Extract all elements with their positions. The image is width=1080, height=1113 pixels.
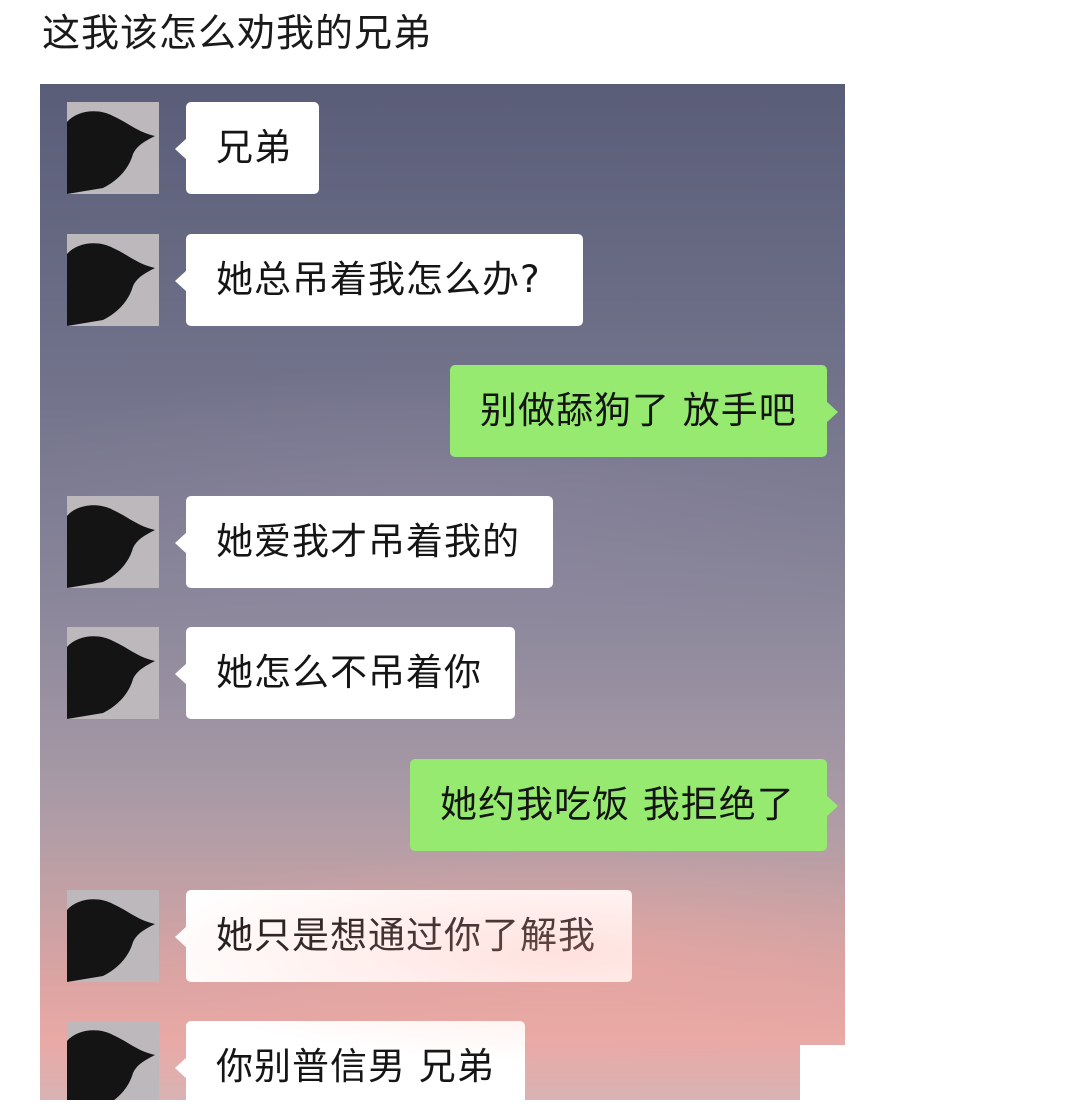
message-bubble-incoming[interactable]: 她怎么不吊着你 [175,627,515,719]
contact-avatar[interactable] [67,1021,159,1100]
message-bubble-incoming[interactable]: 她爱我才吊着我的 [175,496,553,588]
contact-avatar[interactable] [67,890,159,982]
message-bubble-incoming[interactable]: 她只是想通过你了解我 [175,890,632,982]
contact-avatar[interactable] [67,627,159,719]
chat-screenshot: 兄弟 她总吊着我怎么办? 别做舔狗了 放手吧 她爱我才吊着我的 她怎么不吊着你 … [40,84,845,1100]
message-bubble-incoming[interactable]: 你别普信男 兄弟 [175,1021,525,1100]
message-bubble-outgoing[interactable]: 别做舔狗了 放手吧 [450,365,838,457]
silhouette-avatar-icon [67,496,159,588]
silhouette-avatar-icon [67,627,159,719]
message-bubble-incoming[interactable]: 她总吊着我怎么办? [175,234,583,326]
message-bubble-incoming[interactable]: 兄弟 [175,102,319,194]
message-bubble-outgoing[interactable]: 她约我吃饭 我拒绝了 [410,759,838,851]
silhouette-avatar-icon [67,1021,159,1100]
post-title: 这我该怎么劝我的兄弟 [42,11,433,55]
contact-avatar[interactable] [67,234,159,326]
silhouette-avatar-icon [67,234,159,326]
corner-mask [800,1045,845,1100]
contact-avatar[interactable] [67,102,159,194]
silhouette-avatar-icon [67,890,159,982]
silhouette-avatar-icon [67,102,159,194]
contact-avatar[interactable] [67,496,159,588]
